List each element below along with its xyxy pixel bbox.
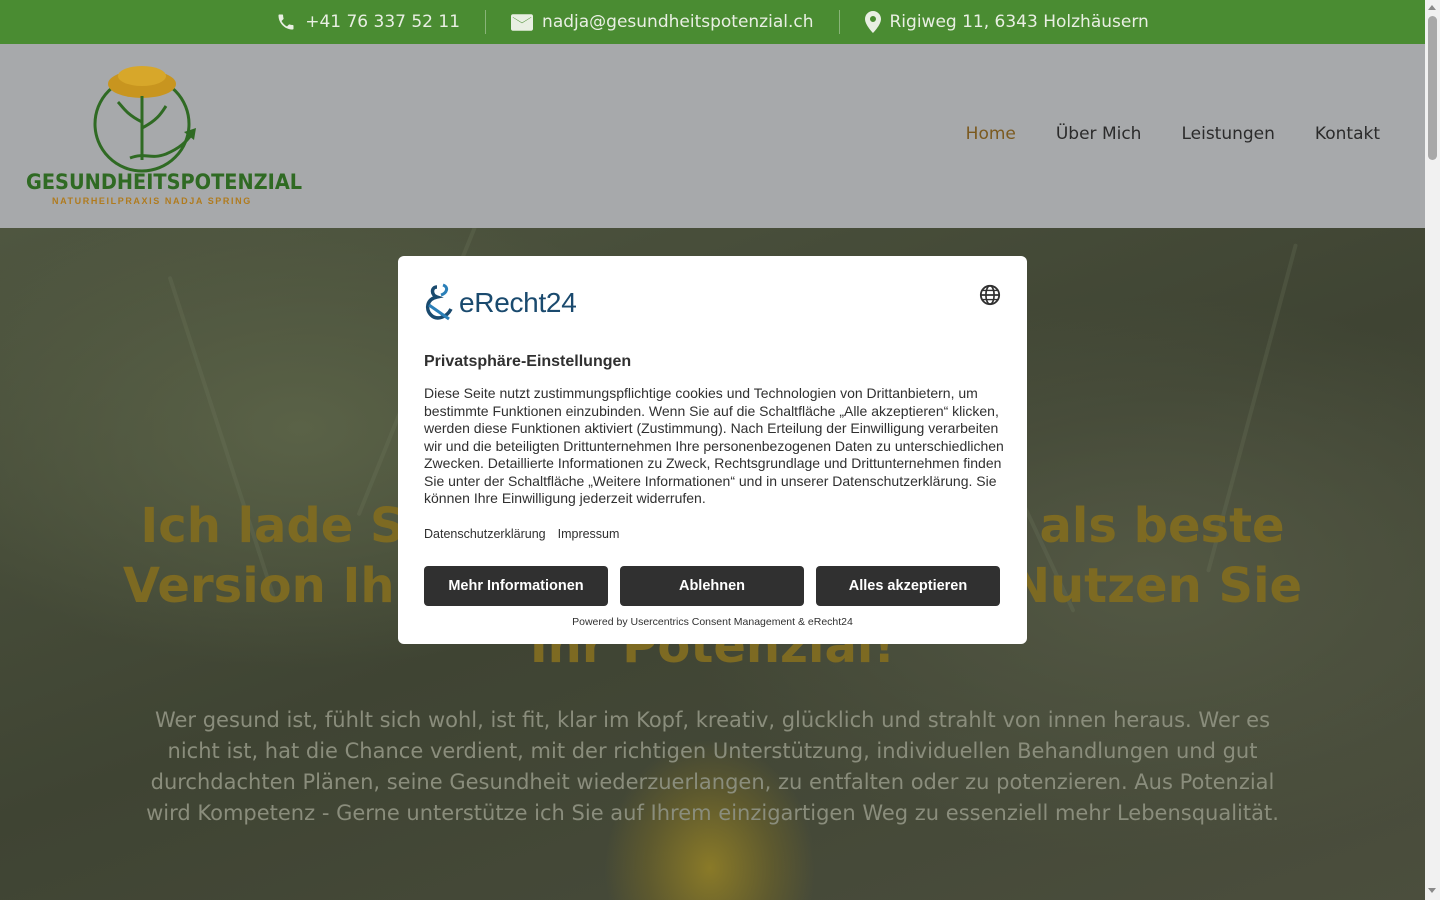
more-info-button[interactable]: Mehr Informationen (424, 566, 608, 606)
contact-topbar: +41 76 337 52 11 nadja@gesundheitspotenz… (0, 0, 1425, 44)
site-logo[interactable]: GESUNDHEITSPOTENZIAL NATURHEILPRAXIS NAD… (26, 62, 303, 212)
topbar-email[interactable]: nadja@gesundheitspotenzial.ch (486, 10, 838, 34)
consent-buttons: Mehr Informationen Ablehnen Alles akzept… (424, 566, 1000, 606)
topbar-address[interactable]: Rigiweg 11, 6343 Holzhäusern (840, 10, 1174, 34)
privacy-policy-link[interactable]: Datenschutzerklärung (424, 527, 546, 541)
logo-subtitle: NATURHEILPRAXIS NADJA SPRING (52, 196, 252, 206)
powered-by-text: Powered by Usercentrics Consent Manageme… (572, 616, 853, 628)
nav-item-ueber-mich[interactable]: Über Mich (1056, 124, 1142, 144)
nav-item-leistungen[interactable]: Leistungen (1181, 124, 1274, 144)
page-scrollbar[interactable] (1425, 0, 1440, 900)
erecht24-logo-icon (425, 283, 453, 321)
dandelion-logo-icon (93, 66, 196, 173)
email-address[interactable]: nadja@gesundheitspotenzial.ch (542, 12, 813, 32)
imprint-link[interactable]: Impressum (558, 527, 620, 541)
cookie-consent-dialog: eRecht24 Privatsphäre-Einstellungen Dies… (398, 256, 1027, 644)
globe-icon[interactable] (979, 284, 1001, 306)
scroll-up-arrow-icon[interactable] (1428, 5, 1436, 10)
location-pin-icon (864, 11, 881, 33)
mail-icon (511, 13, 534, 31)
main-nav: Home Über Mich Leistungen Kontakt (966, 124, 1380, 144)
consent-description: Diese Seite nutzt zustimmungspflichtige … (424, 385, 1004, 506)
nav-item-kontakt[interactable]: Kontakt (1315, 124, 1380, 144)
site-header: GESUNDHEITSPOTENZIAL NATURHEILPRAXIS NAD… (0, 44, 1425, 228)
erecht24-logo: eRecht24 (423, 283, 577, 323)
consent-title: Privatsphäre-Einstellungen (424, 353, 632, 370)
address-text[interactable]: Rigiweg 11, 6343 Holzhäusern (890, 12, 1149, 32)
topbar-phone[interactable]: +41 76 337 52 11 (251, 10, 485, 34)
phone-number[interactable]: +41 76 337 52 11 (305, 12, 460, 32)
scroll-thumb[interactable] (1428, 16, 1437, 160)
decline-button[interactable]: Ablehnen (620, 566, 804, 606)
erecht24-brand: eRecht24 (459, 287, 577, 318)
hero-text: Wer gesund ist, fühlt sich wohl, ist fit… (146, 708, 1279, 825)
accept-all-button[interactable]: Alles akzeptieren (816, 566, 1000, 606)
logo-title: GESUNDHEITSPOTENZIAL (26, 170, 303, 194)
scroll-down-arrow-icon[interactable] (1428, 888, 1436, 893)
consent-links: Datenschutzerklärung Impressum (424, 527, 619, 541)
nav-item-home[interactable]: Home (966, 124, 1016, 144)
phone-icon (276, 12, 296, 32)
